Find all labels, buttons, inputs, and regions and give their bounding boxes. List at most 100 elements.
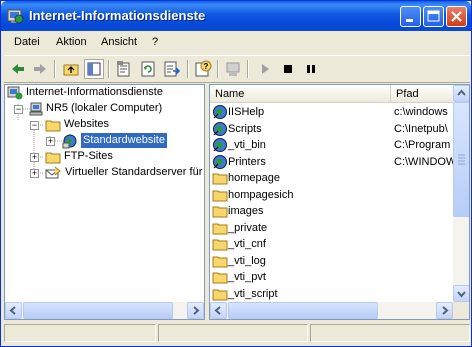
- scroll-left-button[interactable]: [5, 302, 22, 319]
- console-tree-icon: [87, 62, 101, 76]
- expand-toggle[interactable]: +: [30, 153, 39, 162]
- scroll-down-button[interactable]: [453, 285, 469, 302]
- folder-icon: [212, 220, 228, 236]
- scroll-up-button[interactable]: [453, 85, 469, 102]
- scroll-thumb[interactable]: [23, 302, 173, 319]
- tree-item-label: Virtueller Standardserver für: [65, 166, 203, 178]
- folder-icon: [212, 170, 228, 186]
- arrow-right-icon: [442, 306, 449, 315]
- up-folder-button[interactable]: [61, 59, 81, 79]
- console-tree[interactable]: Internet-Informationsdienste − NR5 (loka…: [4, 84, 205, 320]
- tree-item-label: FTP-Sites: [64, 150, 113, 162]
- list-item[interactable]: hompagesich: [210, 187, 453, 204]
- close-button[interactable]: [446, 6, 467, 27]
- virtual-dir-icon: [212, 121, 228, 137]
- stop-icon: [284, 65, 292, 73]
- maximize-button[interactable]: [423, 6, 444, 27]
- back-button[interactable]: [8, 59, 28, 79]
- help-icon: ?: [195, 60, 212, 77]
- menu-aktion[interactable]: Aktion: [56, 36, 87, 48]
- folder-icon: [212, 187, 228, 203]
- virtual-dir-icon: [212, 137, 228, 153]
- status-cell-3: [310, 324, 470, 342]
- minimize-button[interactable]: [400, 6, 421, 27]
- virtual-dir-icon: [212, 104, 228, 120]
- tree-item-ftp-sites[interactable]: + FTP-Sites: [5, 149, 204, 165]
- minimize-icon: [406, 19, 413, 22]
- list-item-name: IISHelp: [228, 106, 265, 118]
- list-item-name: hompagesich: [228, 188, 294, 201]
- list-item-name: _vti_pvt: [228, 271, 266, 283]
- list-item[interactable]: _private: [210, 220, 453, 237]
- scroll-left-button[interactable]: [210, 302, 227, 319]
- menu-datei[interactable]: Datei: [14, 36, 40, 48]
- show-tree-button[interactable]: [84, 59, 104, 79]
- computer-icon: [226, 62, 240, 76]
- list-item[interactable]: homepage: [210, 170, 453, 187]
- list-item[interactable]: _vti_script: [210, 286, 453, 303]
- computer-icon: [29, 102, 43, 116]
- details-list[interactable]: Name Pfad IISHelp c:\windows Scripts C:\Ine…: [209, 84, 470, 320]
- window-title: Internet-Informationsdienste: [29, 8, 206, 23]
- list-item-path: c:\windows: [394, 106, 448, 118]
- export-list-button[interactable]: [162, 59, 182, 79]
- help-button[interactable]: ?: [193, 59, 213, 79]
- list-item[interactable]: Scripts C:\Inetpub\: [210, 121, 453, 138]
- menu-help[interactable]: ?: [152, 36, 158, 48]
- list-item[interactable]: _vti_cnf: [210, 236, 453, 253]
- iis-app-icon: [7, 9, 24, 24]
- tree-item-standardwebsite[interactable]: + Standardwebsite: [5, 132, 204, 149]
- list-item[interactable]: images: [210, 203, 453, 220]
- tree-horizontal-scrollbar[interactable]: [5, 302, 204, 319]
- maximize-icon: [427, 10, 440, 22]
- column-header-name[interactable]: Name: [210, 85, 391, 103]
- menu-ansicht[interactable]: Ansicht: [101, 36, 137, 48]
- pause-icon: [307, 65, 315, 73]
- scroll-right-button[interactable]: [187, 302, 204, 319]
- status-cell-2: [158, 324, 308, 342]
- export-list-icon: [164, 61, 181, 77]
- svg-text:?: ?: [204, 62, 209, 71]
- stop-button[interactable]: [278, 59, 298, 79]
- smtp-server-icon: [45, 166, 61, 179]
- arrow-left-icon: [214, 306, 221, 315]
- list-item[interactable]: _vti_log: [210, 253, 453, 270]
- folder-icon: [45, 152, 61, 164]
- list-vertical-scrollbar[interactable]: [453, 85, 469, 302]
- status-bar: [4, 322, 470, 344]
- start-button[interactable]: [255, 59, 275, 79]
- list-item-name: _vti_bin: [228, 139, 266, 151]
- collapse-toggle[interactable]: −: [30, 121, 39, 130]
- column-header-path[interactable]: Pfad: [391, 85, 453, 103]
- list-item-path: C:\Inetpub\: [394, 122, 448, 135]
- pause-button[interactable]: [301, 59, 321, 79]
- scroll-thumb[interactable]: [228, 302, 378, 319]
- list-item[interactable]: IISHelp c:\windows: [210, 104, 453, 121]
- list-item[interactable]: _vti_pvt: [210, 269, 453, 286]
- arrow-up-icon: [457, 89, 466, 96]
- grip-icon: [458, 154, 465, 165]
- properties-button[interactable]: [114, 59, 134, 79]
- list-item[interactable]: Printers C:\WINDOW: [210, 154, 453, 171]
- list-item-path: C:\WINDOW: [394, 155, 453, 168]
- scroll-right-button[interactable]: [436, 302, 453, 319]
- properties-icon: [117, 61, 130, 77]
- expand-toggle[interactable]: +: [46, 137, 55, 146]
- list-item-name: _private: [228, 221, 268, 234]
- list-horizontal-scrollbar[interactable]: [210, 302, 453, 319]
- expand-toggle[interactable]: +: [30, 169, 39, 178]
- collapse-toggle[interactable]: −: [14, 105, 23, 114]
- forward-button[interactable]: [30, 59, 50, 79]
- list-item-name: images: [228, 205, 264, 217]
- close-icon: [451, 11, 462, 22]
- computer-button[interactable]: [223, 59, 243, 79]
- title-bar[interactable]: Internet-Informationsdienste: [1, 1, 471, 31]
- tree-item-websites[interactable]: − Websites: [5, 117, 204, 133]
- globe-icon: [62, 134, 77, 149]
- scroll-thumb[interactable]: [453, 102, 469, 217]
- tree-item-computer[interactable]: − NR5 (lokaler Computer): [5, 101, 204, 117]
- tree-item-smtp-server[interactable]: + Virtueller Standardserver für: [5, 165, 204, 181]
- arrow-left-icon: [9, 306, 16, 315]
- list-item[interactable]: _vti_bin C:\Program: [210, 137, 453, 154]
- refresh-button[interactable]: [138, 59, 158, 79]
